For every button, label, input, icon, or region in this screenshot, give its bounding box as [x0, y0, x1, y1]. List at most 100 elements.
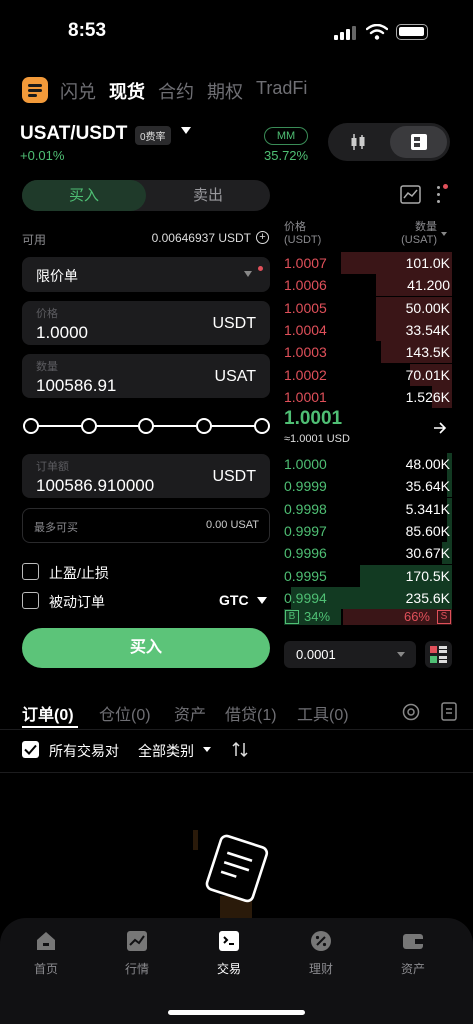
ask-row[interactable]: 1.0004 33.54K — [284, 318, 452, 341]
ob-sort-caret-icon[interactable] — [441, 232, 447, 236]
mm-badge[interactable]: MM — [264, 127, 308, 145]
ask-row[interactable]: 1.0005 50.00K — [284, 296, 452, 319]
tab-tools[interactable]: 工具(0) — [297, 701, 349, 725]
order-amount-unit: USDT — [212, 468, 256, 485]
ask-row[interactable]: 1.0007 101.0K — [284, 252, 452, 274]
chevron-down-icon — [397, 652, 405, 657]
signal-icon — [334, 26, 360, 40]
ask-row[interactable]: 1.0001 1.526K — [284, 385, 452, 408]
ask-row[interactable]: 1.0006 41.200 — [284, 274, 452, 297]
bid-row[interactable]: 0.9999 35.64K — [284, 475, 452, 498]
sell-tab[interactable]: 卖出 — [146, 180, 270, 211]
pair-dropdown-caret-icon[interactable] — [181, 127, 191, 134]
chevron-down-icon — [244, 271, 252, 277]
passive-order-checkbox[interactable] — [22, 592, 39, 609]
category-caret-icon[interactable] — [203, 747, 211, 752]
nav-tab-spot[interactable]: 现货 — [109, 78, 145, 104]
orderbook-view-icon — [411, 134, 427, 150]
settings-icon[interactable] — [402, 703, 420, 721]
ask-price: 1.0005 — [284, 299, 327, 316]
buy-tab[interactable]: 买入 — [22, 180, 146, 211]
ask-row[interactable]: 1.0002 70.01K — [284, 363, 452, 386]
bottom-nav-home-label: 首页 — [33, 962, 58, 976]
max-buy-value: 0.00 USAT — [206, 519, 259, 531]
max-buy-box: 最多可买 0.00 USAT — [22, 508, 270, 543]
candlestick-icon[interactable] — [348, 132, 368, 152]
mm-value: 35.72% — [264, 148, 309, 163]
nav-tab-options[interactable]: 期权 — [207, 78, 243, 104]
quantity-input[interactable]: 100586.91 — [36, 376, 116, 396]
all-pairs-checkbox[interactable] — [22, 741, 39, 758]
ob-price-header-unit: (USDT) — [284, 234, 322, 246]
slider-stop-50[interactable] — [138, 418, 154, 434]
pair-name[interactable]: USAT/USDT — [20, 123, 127, 145]
tif-caret-icon[interactable] — [257, 597, 267, 604]
ask-qty: 1.526K — [405, 388, 450, 405]
bottom-nav-assets-label: 资产 — [400, 962, 425, 976]
bottom-nav-home[interactable]: 首页 — [16, 930, 76, 976]
ask-qty: 143.5K — [405, 344, 450, 361]
slider-stop-100[interactable] — [254, 418, 270, 434]
tab-positions[interactable]: 仓位(0) — [99, 701, 151, 725]
buy-ratio-label: B — [285, 610, 299, 624]
price-field[interactable]: 价格 1.0000 USDT — [22, 301, 270, 345]
tab-orders[interactable]: 订单(0) — [22, 701, 74, 725]
quantity-field[interactable]: 数量 100586.91 USAT — [22, 354, 270, 398]
slider-stop-75[interactable] — [196, 418, 212, 434]
bottom-nav-assets[interactable]: 资产 — [383, 930, 443, 976]
bottom-nav-trade[interactable]: 交易 — [199, 930, 259, 976]
bid-row[interactable]: 0.9997 85.60K — [284, 519, 452, 542]
last-price: 1.0001 — [284, 408, 343, 429]
max-buy-label: 最多可买 — [34, 522, 78, 534]
checkmark-icon — [24, 744, 37, 755]
slider-stop-25[interactable] — [81, 418, 97, 434]
bid-price: 0.9999 — [284, 478, 327, 495]
sell-ratio-value: 66% — [403, 609, 430, 624]
arrow-right-icon[interactable] — [433, 421, 447, 435]
bid-row[interactable]: 1.0000 48.00K — [284, 453, 452, 475]
ask-price: 1.0006 — [284, 277, 327, 294]
depth-mode-button[interactable] — [425, 641, 452, 668]
tif-select[interactable]: GTC — [219, 592, 249, 608]
tp-sl-checkbox[interactable] — [22, 563, 39, 580]
bid-qty: 235.6K — [405, 589, 450, 606]
nav-tab-futures[interactable]: 合约 — [158, 78, 194, 104]
sell-ratio-fill — [343, 609, 452, 625]
bid-row[interactable]: 0.9995 170.5K — [284, 564, 452, 587]
tab-loans[interactable]: 借贷(1) — [225, 701, 277, 725]
category-select[interactable]: 全部类别 — [138, 741, 194, 761]
bottom-nav-markets-label: 行情 — [124, 962, 149, 976]
ask-price: 1.0002 — [284, 366, 327, 383]
fee-badge: 0费率 — [135, 126, 171, 145]
slider-stop-0[interactable] — [23, 418, 39, 434]
order-history-icon[interactable] — [441, 702, 457, 721]
tab-assets[interactable]: 资产 — [174, 701, 206, 725]
nav-tab-tradfi[interactable]: TradFi — [256, 78, 307, 99]
more-menu-icon[interactable] — [436, 186, 442, 204]
ask-qty: 101.0K — [405, 255, 450, 271]
tp-sl-label: 止盈/止损 — [49, 565, 109, 581]
bottom-nav-markets[interactable]: 行情 — [107, 930, 167, 976]
app-logo-icon[interactable] — [22, 77, 48, 103]
order-type-select[interactable]: 限价单 — [22, 257, 270, 292]
bid-row[interactable]: 0.9994 235.6K — [284, 586, 452, 609]
nav-tab-swap[interactable]: 闪兑 — [60, 78, 96, 104]
bid-row[interactable]: 0.9996 30.67K — [284, 542, 452, 565]
bottom-nav-finance[interactable]: 理财 — [291, 930, 351, 976]
quantity-label: 数量 — [36, 361, 58, 373]
precision-select[interactable]: 0.0001 — [284, 641, 416, 668]
buy-button[interactable]: 买入 — [22, 628, 270, 668]
sort-icon[interactable] — [232, 741, 248, 758]
bid-qty: 85.60K — [405, 522, 450, 539]
wifi-icon — [366, 24, 388, 40]
chart-icon[interactable] — [400, 185, 421, 204]
ask-price: 1.0004 — [284, 321, 327, 338]
bid-price: 0.9996 — [284, 545, 327, 562]
ask-row[interactable]: 1.0003 143.5K — [284, 341, 452, 364]
price-input[interactable]: 1.0000 — [36, 323, 88, 343]
bid-row[interactable]: 0.9998 5.341K — [284, 497, 452, 520]
order-amount-field[interactable]: 订单额 100586.910000 USDT — [22, 454, 270, 498]
add-funds-icon[interactable]: + — [256, 231, 269, 244]
order-amount-input[interactable]: 100586.910000 — [36, 476, 154, 496]
ob-price-header: 价格 (USDT) — [284, 221, 321, 247]
